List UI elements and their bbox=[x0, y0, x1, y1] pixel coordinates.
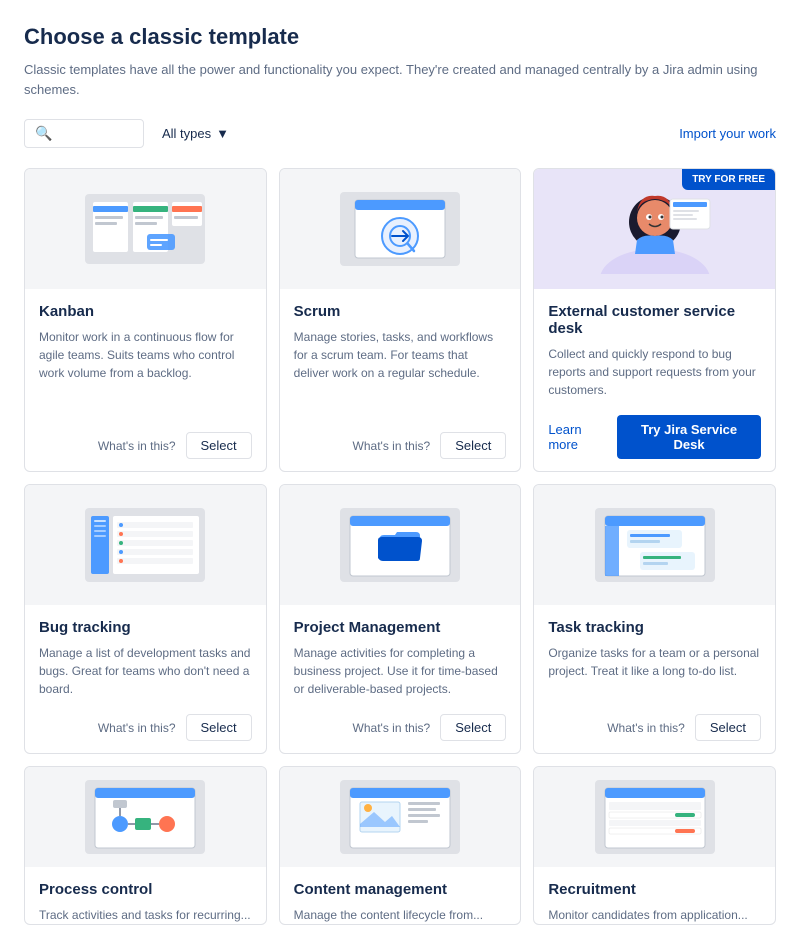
card-title-kanban: Kanban bbox=[39, 303, 252, 320]
project-mgmt-illustration bbox=[330, 500, 470, 590]
card-process-control: Process control Track activities and tas… bbox=[24, 766, 267, 925]
card-body-task-tracking: Task tracking Organize tasks for a team … bbox=[534, 605, 775, 706]
card-title-scrum: Scrum bbox=[294, 303, 507, 320]
card-body-process-control: Process control Track activities and tas… bbox=[25, 867, 266, 924]
scrum-illustration bbox=[330, 184, 470, 274]
card-desc-process-control: Track activities and tasks for recurring… bbox=[39, 906, 252, 924]
whats-this-project-management[interactable]: What's in this? bbox=[353, 721, 431, 735]
try-jira-button[interactable]: Try Jira Service Desk bbox=[617, 415, 761, 459]
card-body-scrum: Scrum Manage stories, tasks, and workflo… bbox=[280, 289, 521, 424]
card-footer-bug-tracking: What's in this? Select bbox=[25, 706, 266, 753]
card-desc-task-tracking: Organize tasks for a team or a personal … bbox=[548, 644, 761, 680]
filter-dropdown[interactable]: All types ▼ bbox=[154, 121, 237, 146]
search-input[interactable] bbox=[52, 126, 132, 141]
card-desc-content-management: Manage the content lifecycle from... bbox=[294, 906, 507, 924]
select-task-tracking-button[interactable]: Select bbox=[695, 714, 761, 741]
whats-this-scrum[interactable]: What's in this? bbox=[353, 439, 431, 453]
card-desc-bug-tracking: Manage a list of development tasks and b… bbox=[39, 644, 252, 698]
card-body-kanban: Kanban Monitor work in a continuous flow… bbox=[25, 289, 266, 424]
bug-tracking-illustration bbox=[75, 500, 215, 590]
card-desc-scrum: Manage stories, tasks, and workflows for… bbox=[294, 328, 507, 382]
card-task-tracking: Task tracking Organize tasks for a team … bbox=[533, 484, 776, 754]
card-body-content-management: Content management Manage the content li… bbox=[280, 867, 521, 924]
try-badge: TRY FOR FREE bbox=[682, 169, 775, 190]
card-recruitment: Recruitment Monitor candidates from appl… bbox=[533, 766, 776, 925]
card-body-service-desk: External customer service desk Collect a… bbox=[534, 289, 775, 407]
select-kanban-button[interactable]: Select bbox=[186, 432, 252, 459]
card-service-desk: TRY FOR FREE bbox=[533, 168, 776, 472]
card-kanban: Kanban Monitor work in a continuous flow… bbox=[24, 168, 267, 472]
content-mgmt-illustration bbox=[330, 772, 470, 862]
card-content-management: Content management Manage the content li… bbox=[279, 766, 522, 925]
card-desc-recruitment: Monitor candidates from application... bbox=[548, 906, 761, 924]
card-scrum: Scrum Manage stories, tasks, and workflo… bbox=[279, 168, 522, 472]
card-title-task-tracking: Task tracking bbox=[548, 619, 761, 636]
card-project-management: Project Management Manage activities for… bbox=[279, 484, 522, 754]
search-icon: 🔍 bbox=[35, 125, 52, 142]
card-body-bug-tracking: Bug tracking Manage a list of developmen… bbox=[25, 605, 266, 706]
learn-more-service-desk[interactable]: Learn more bbox=[548, 422, 607, 452]
card-image-process-control bbox=[25, 767, 266, 867]
card-image-project-management bbox=[280, 485, 521, 605]
card-image-kanban bbox=[25, 169, 266, 289]
import-link[interactable]: Import your work bbox=[679, 126, 776, 141]
task-tracking-illustration bbox=[585, 500, 725, 590]
card-image-content-management bbox=[280, 767, 521, 867]
whats-this-bug-tracking[interactable]: What's in this? bbox=[98, 721, 176, 735]
template-grid: Kanban Monitor work in a continuous flow… bbox=[24, 168, 776, 925]
filter-label: All types bbox=[162, 126, 211, 141]
card-desc-kanban: Monitor work in a continuous flow for ag… bbox=[39, 328, 252, 382]
page-title: Choose a classic template bbox=[24, 24, 776, 50]
recruitment-illustration bbox=[585, 772, 725, 862]
card-body-recruitment: Recruitment Monitor candidates from appl… bbox=[534, 867, 775, 924]
search-box[interactable]: 🔍 bbox=[24, 119, 144, 148]
card-body-project-management: Project Management Manage activities for… bbox=[280, 605, 521, 706]
select-bug-tracking-button[interactable]: Select bbox=[186, 714, 252, 741]
kanban-illustration bbox=[75, 184, 215, 274]
process-control-illustration bbox=[75, 772, 215, 862]
service-desk-illustration bbox=[585, 184, 725, 274]
card-footer-scrum: What's in this? Select bbox=[280, 424, 521, 471]
card-title-bug-tracking: Bug tracking bbox=[39, 619, 252, 636]
whats-this-task-tracking[interactable]: What's in this? bbox=[607, 721, 685, 735]
page-subtitle: Classic templates have all the power and… bbox=[24, 60, 776, 99]
card-title-service-desk: External customer service desk bbox=[548, 303, 761, 337]
card-title-project-management: Project Management bbox=[294, 619, 507, 636]
card-desc-project-management: Manage activities for completing a busin… bbox=[294, 644, 507, 698]
chevron-down-icon: ▼ bbox=[216, 126, 229, 141]
select-scrum-button[interactable]: Select bbox=[440, 432, 506, 459]
card-footer-task-tracking: What's in this? Select bbox=[534, 706, 775, 753]
whats-this-kanban[interactable]: What's in this? bbox=[98, 439, 176, 453]
card-image-recruitment bbox=[534, 767, 775, 867]
card-bug-tracking: Bug tracking Manage a list of developmen… bbox=[24, 484, 267, 754]
select-project-management-button[interactable]: Select bbox=[440, 714, 506, 741]
card-image-task-tracking bbox=[534, 485, 775, 605]
card-desc-service-desk: Collect and quickly respond to bug repor… bbox=[548, 345, 761, 399]
card-footer-kanban: What's in this? Select bbox=[25, 424, 266, 471]
card-footer-service-desk: Learn more Try Jira Service Desk bbox=[534, 407, 775, 471]
card-image-service-desk: TRY FOR FREE bbox=[534, 169, 775, 289]
toolbar: 🔍 All types ▼ Import your work bbox=[24, 119, 776, 148]
card-title-recruitment: Recruitment bbox=[548, 881, 761, 898]
card-footer-project-management: What's in this? Select bbox=[280, 706, 521, 753]
card-image-bug-tracking bbox=[25, 485, 266, 605]
card-image-scrum bbox=[280, 169, 521, 289]
toolbar-left: 🔍 All types ▼ bbox=[24, 119, 237, 148]
card-title-content-management: Content management bbox=[294, 881, 507, 898]
card-title-process-control: Process control bbox=[39, 881, 252, 898]
